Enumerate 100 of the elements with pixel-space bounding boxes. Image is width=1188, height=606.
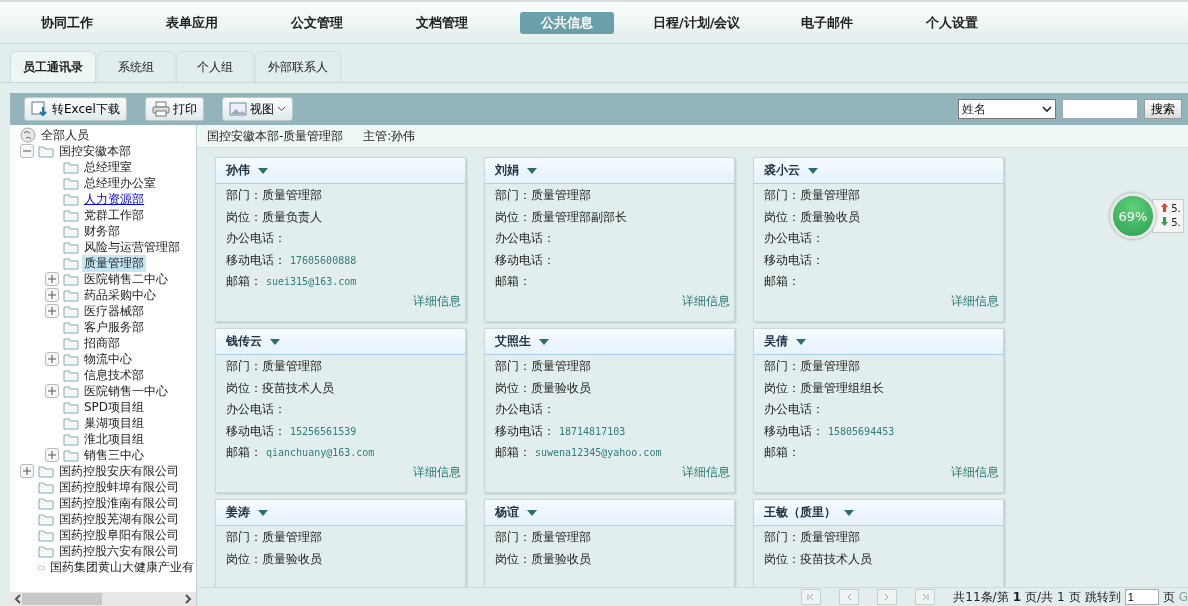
expand-toggle[interactable]: [45, 448, 59, 462]
tree-item[interactable]: 国药控股芜湖有限公司: [57, 510, 181, 528]
tree-item[interactable]: 国药控股六安有限公司: [57, 542, 181, 560]
field-label: 移动电话：: [764, 422, 824, 440]
caret-down-icon[interactable]: [808, 167, 818, 174]
field-label: 岗位：: [495, 208, 531, 226]
tab[interactable]: 员工通讯录: [10, 51, 96, 82]
page-label: 页: [1068, 588, 1081, 606]
expand-toggle[interactable]: [45, 304, 59, 318]
image-icon: [228, 101, 247, 117]
folder-icon: [63, 240, 79, 254]
field-label: 部门：: [495, 529, 531, 547]
contact-name: 钱传云: [226, 333, 262, 350]
tree-item[interactable]: 巢湖项目组: [82, 414, 146, 432]
search-input[interactable]: [1062, 99, 1138, 119]
folder-icon: [63, 176, 79, 190]
caret-down-icon[interactable]: [844, 509, 854, 516]
nav-tab[interactable]: 公文管理: [270, 11, 364, 34]
tree-item[interactable]: 药品采购中心: [82, 286, 158, 304]
contact-name: 艾照生: [495, 333, 531, 350]
nav-tab[interactable]: 表单应用: [145, 11, 239, 34]
tree-item[interactable]: 国药控股蚌埠有限公司: [57, 478, 181, 496]
nav-tab[interactable]: 个人设置: [904, 11, 999, 34]
caret-down-icon[interactable]: [258, 167, 268, 174]
nav-tab[interactable]: 日程/计划/会议: [645, 11, 749, 34]
first-page-button[interactable]: [801, 589, 822, 605]
plus-icon: [48, 355, 56, 363]
details-link[interactable]: 详细信息: [682, 292, 730, 310]
field-label: 部门：: [764, 187, 800, 205]
details-link[interactable]: 详细信息: [682, 463, 730, 481]
next-page-button[interactable]: [877, 589, 898, 605]
search-field-select[interactable]: 姓名: [958, 99, 1056, 119]
prev-page-button[interactable]: [839, 589, 860, 605]
nav-tab[interactable]: 电子邮件: [779, 11, 874, 34]
search-button[interactable]: 搜索: [1144, 99, 1182, 119]
folder-icon: [63, 256, 79, 270]
nav-tab[interactable]: 协同工作: [20, 11, 114, 34]
expand-toggle[interactable]: [45, 384, 59, 398]
caret-down-icon[interactable]: [527, 509, 537, 516]
last-page-button[interactable]: [915, 589, 936, 605]
tree-item[interactable]: 国药控股淮南有限公司: [57, 494, 181, 512]
field-label: 邮箱：: [226, 273, 262, 291]
expand-toggle[interactable]: [45, 272, 59, 286]
export-button[interactable]: 转Excel下载: [24, 97, 127, 121]
details-link[interactable]: 详细信息: [951, 292, 999, 310]
view-button[interactable]: 视图: [221, 97, 293, 121]
tree-item[interactable]: 医疗器械部: [82, 302, 146, 320]
tree-item[interactable]: 总经理办公室: [82, 174, 158, 192]
caret-down-icon[interactable]: [258, 509, 268, 516]
tab[interactable]: 个人组: [176, 51, 254, 82]
tree-item[interactable]: SPD项目组: [82, 398, 147, 416]
tab[interactable]: 系统组: [97, 51, 175, 82]
tree-item[interactable]: 医院销售一中心: [82, 382, 170, 400]
folder-icon: [38, 496, 54, 510]
expand-toggle[interactable]: [45, 288, 59, 302]
tab[interactable]: 外部联系人: [255, 51, 341, 82]
print-button[interactable]: 打印: [144, 97, 204, 121]
nav-tab[interactable]: 文档管理: [395, 11, 489, 34]
tree-item[interactable]: 招商部: [82, 334, 122, 352]
tree-item[interactable]: 全部人员: [39, 126, 91, 144]
caret-down-icon[interactable]: [270, 338, 280, 345]
tree-item[interactable]: 财务部: [82, 222, 122, 240]
tree-item[interactable]: 国药集团黄山大健康产业有: [48, 558, 196, 576]
tree-item[interactable]: 医院销售二中心: [82, 270, 170, 288]
plus-icon: [48, 451, 56, 459]
tree-item[interactable]: 人力资源部: [82, 190, 146, 208]
tree-item[interactable]: 质量管理部: [82, 254, 146, 272]
chevron-left-icon[interactable]: [14, 594, 22, 604]
caret-down-icon[interactable]: [796, 338, 806, 345]
folder-icon: [63, 192, 79, 206]
tree-item[interactable]: 党群工作部: [82, 206, 146, 224]
details-link[interactable]: 详细信息: [413, 292, 461, 310]
chevron-right-icon[interactable]: [184, 594, 192, 604]
tree-item[interactable]: 信息技术部: [82, 366, 146, 384]
download-speed: 5.: [1171, 217, 1181, 228]
field-value: 质量管理部: [800, 187, 860, 205]
printer-icon: [151, 101, 170, 117]
expand-toggle[interactable]: [20, 464, 34, 478]
tree-item[interactable]: 物流中心: [82, 350, 134, 368]
expand-toggle[interactable]: [45, 352, 59, 366]
field-label: 岗位：: [495, 550, 531, 568]
details-link[interactable]: 详细信息: [951, 463, 999, 481]
details-link[interactable]: 详细信息: [413, 463, 461, 481]
tree-item[interactable]: 总经理室: [82, 158, 134, 176]
tree-item[interactable]: 淮北项目组: [82, 430, 146, 448]
jump-input[interactable]: 1: [1124, 589, 1159, 605]
field-label: 移动电话：: [226, 422, 286, 440]
caret-down-icon[interactable]: [539, 338, 549, 345]
page-current: 1: [1012, 590, 1021, 604]
caret-down-icon[interactable]: [527, 167, 537, 174]
tree-item[interactable]: 客户服务部: [82, 318, 146, 336]
tree-item[interactable]: 风险与运营管理部: [82, 238, 182, 256]
tree-item[interactable]: 国控安徽本部: [57, 142, 133, 160]
field-value: 18714817103: [559, 425, 626, 437]
folder-icon: [63, 224, 79, 238]
tree-item[interactable]: 销售三中心: [82, 446, 146, 464]
horizontal-scrollbar[interactable]: [10, 592, 196, 606]
tree-item[interactable]: 国药控股安庆有限公司: [57, 462, 181, 480]
tree-item[interactable]: 国药控股阜阳有限公司: [57, 526, 181, 544]
collapse-toggle[interactable]: [20, 144, 34, 158]
